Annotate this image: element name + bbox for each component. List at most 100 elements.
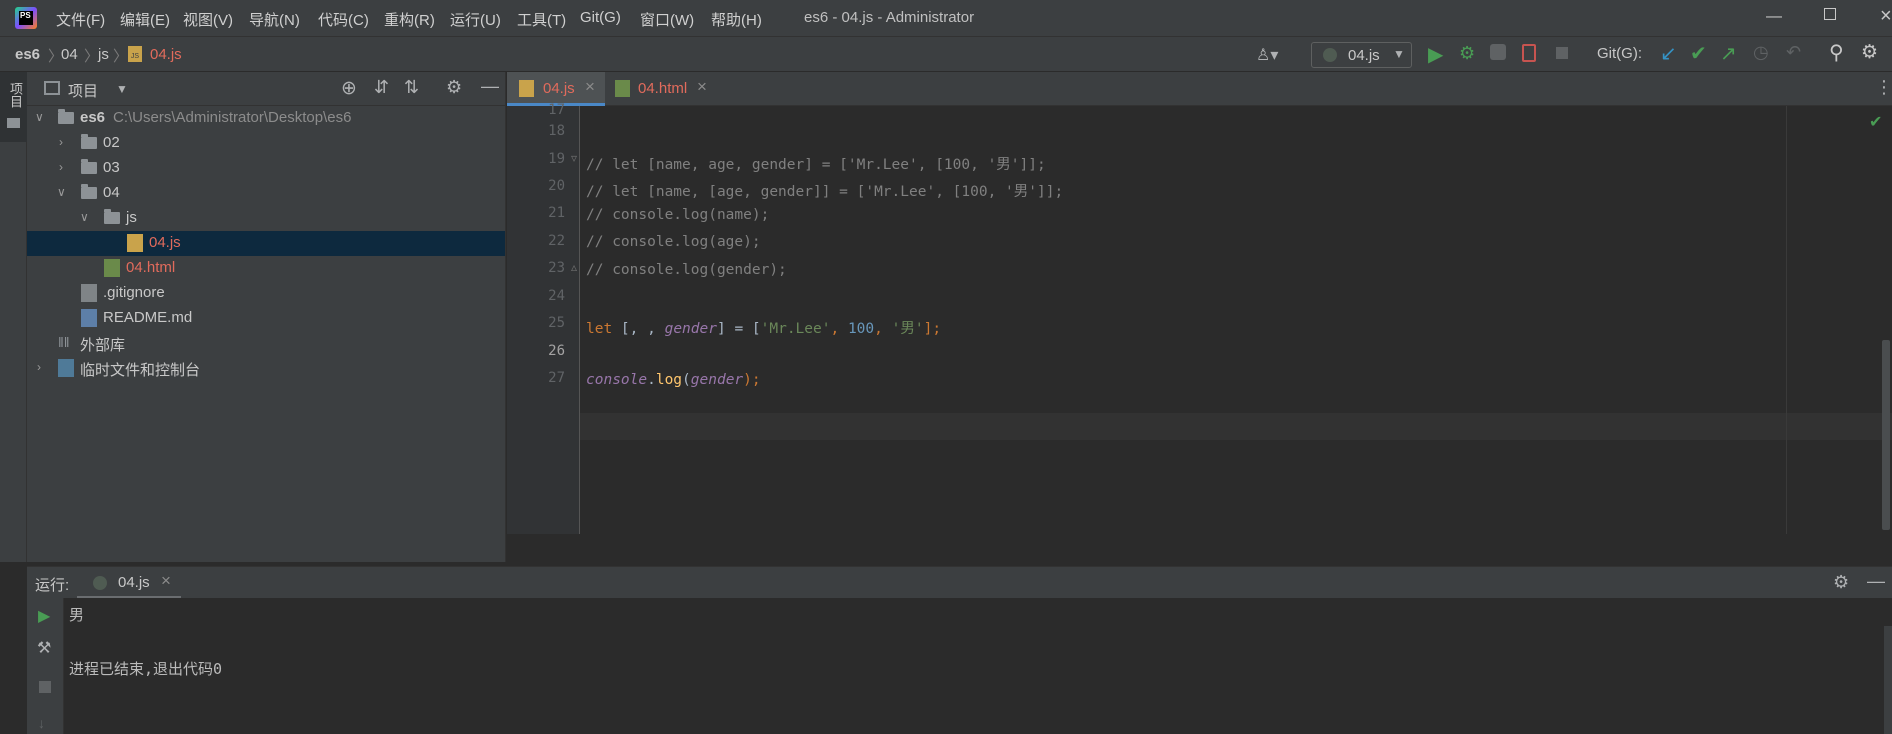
keyword-token: let <box>586 321 613 337</box>
code-line-25[interactable]: let [, , gender] = ['Mr.Lee', 100, '男']; <box>586 317 941 338</box>
menu-git[interactable]: Git(G) <box>580 9 621 26</box>
coverage-icon[interactable] <box>1490 44 1506 60</box>
inspection-ok-icon[interactable]: ✔ <box>1869 112 1882 132</box>
js-file-icon <box>519 80 534 97</box>
restore-icon[interactable] <box>1824 8 1836 20</box>
line-number: 21 <box>548 205 565 221</box>
fold-marker-icon[interactable]: ▵ <box>571 260 577 274</box>
menu-code[interactable]: 代码(C) <box>318 9 369 30</box>
collapse-all-icon[interactable]: ⇅ <box>404 77 419 98</box>
tree-root-path: C:\Users\Administrator\Desktop\es6 <box>113 109 352 126</box>
tree-item-scratches[interactable]: › 临时文件和控制台 <box>27 356 505 381</box>
git-push-icon[interactable]: ↗ <box>1720 41 1737 66</box>
console-output[interactable]: 男 进程已结束,退出代码0 <box>64 598 1892 734</box>
git-commit-icon[interactable]: ✔ <box>1690 41 1707 66</box>
tab-04-html[interactable]: 04.html × <box>605 72 717 106</box>
git-rollback-icon[interactable]: ↶ <box>1786 42 1801 63</box>
run-tab-04-js[interactable]: 04.js × <box>77 567 181 599</box>
chevron-down-icon[interactable]: ∨ <box>57 185 66 199</box>
breadcrumb-subfolder[interactable]: js <box>98 46 109 63</box>
html-file-icon <box>615 80 630 97</box>
run-icon[interactable]: ▶ <box>1428 42 1443 67</box>
breadcrumb-file[interactable]: 04.js <box>150 46 182 63</box>
menu-window[interactable]: 窗口(W) <box>640 9 694 30</box>
close-tab-icon[interactable]: × <box>585 77 595 97</box>
code-editor: 04.js × 04.html × ⋮ 17 18 19 20 21 22 23… <box>507 72 1892 534</box>
run-settings-icon[interactable]: ⚙ <box>1833 572 1849 593</box>
search-icon[interactable]: ⚲ <box>1829 40 1844 65</box>
editor-scrollbar[interactable] <box>1882 340 1890 530</box>
line-number-current: 26 <box>548 343 565 359</box>
hide-panel-icon[interactable]: — <box>481 76 499 97</box>
user-icon[interactable]: ♙▾ <box>1256 45 1278 65</box>
tree-item-gitignore[interactable]: .gitignore <box>27 281 505 306</box>
code-line-20[interactable]: // let [name, [age, gender]] = ['Mr.Lee'… <box>586 180 1063 201</box>
git-history-icon[interactable]: ◷ <box>1753 42 1769 63</box>
stop-icon[interactable] <box>39 681 51 693</box>
profile-icon[interactable] <box>1522 44 1536 62</box>
chevron-down-icon[interactable]: ∨ <box>35 110 44 124</box>
run-panel-label: 运行: <box>35 577 70 594</box>
minimize-icon[interactable]: — <box>1766 8 1782 26</box>
menu-view[interactable]: 视图(V) <box>183 9 233 30</box>
menu-edit[interactable]: 编辑(E) <box>120 9 170 30</box>
chevron-down-icon[interactable]: ▼ <box>116 82 128 96</box>
tree-item-js[interactable]: ∨ js <box>27 206 505 231</box>
code-line-27[interactable]: console.log(gender); <box>586 372 761 388</box>
project-panel-title[interactable]: 项目 <box>68 80 98 101</box>
wrench-icon[interactable]: ⚒ <box>37 638 51 658</box>
menu-navigate[interactable]: 导航(N) <box>249 9 300 30</box>
tree-item-external-libraries[interactable]: ‖‖ 外部库 <box>27 331 505 356</box>
locate-icon[interactable]: ⊕ <box>341 77 357 100</box>
console-scrollbar[interactable] <box>1884 626 1892 734</box>
folder-icon <box>81 159 97 174</box>
chevron-right-icon[interactable]: › <box>59 160 63 174</box>
tab-04-js[interactable]: 04.js × <box>507 72 605 106</box>
git-update-icon[interactable]: ↙ <box>1660 41 1677 66</box>
tree-item-04-html[interactable]: 04.html <box>27 256 505 281</box>
chevron-right-icon[interactable]: › <box>59 135 63 149</box>
tree-item-04-js[interactable]: 04.js <box>27 231 505 256</box>
project-tool-tab[interactable]: 项目 <box>0 72 27 142</box>
panel-settings-icon[interactable]: ⚙ <box>446 77 462 98</box>
expand-all-icon[interactable]: ⇵ <box>374 77 389 98</box>
project-panel-header: 项目 ▼ ⊕ ⇵ ⇅ ⚙ — <box>27 72 506 106</box>
fold-marker-icon[interactable]: ▿ <box>571 151 577 165</box>
breadcrumb-folder[interactable]: 04 <box>61 46 78 63</box>
tree-item-readme[interactable]: README.md <box>27 306 505 331</box>
hide-run-panel-icon[interactable]: — <box>1867 571 1885 592</box>
rerun-icon[interactable]: ▶ <box>38 606 50 626</box>
close-window-icon[interactable]: × <box>1880 5 1892 28</box>
tree-item-label: 04 <box>103 184 120 201</box>
settings-gear-icon[interactable]: ⚙ <box>1861 41 1878 64</box>
code-line-19[interactable]: // let [name, age, gender] = ['Mr.Lee', … <box>586 153 1046 174</box>
scroll-to-end-icon[interactable]: ↓ <box>38 715 45 731</box>
debug-icon[interactable]: ⚙ <box>1459 43 1475 64</box>
title-bar: PS 文件(F) 编辑(E) 视图(V) 导航(N) 代码(C) 重构(R) 运… <box>0 0 1892 36</box>
code-line-21[interactable]: // console.log(name); <box>586 207 769 223</box>
menu-tools[interactable]: 工具(T) <box>517 9 566 30</box>
tree-root-es6[interactable]: ∨ es6 C:\Users\Administrator\Desktop\es6 <box>27 106 505 131</box>
tree-item-04[interactable]: ∨ 04 <box>27 181 505 206</box>
html-file-icon <box>104 259 120 277</box>
variable-token: gender <box>690 372 744 388</box>
line-number: 18 <box>548 123 565 139</box>
tree-item-03[interactable]: › 03 <box>27 156 505 181</box>
chevron-right-icon[interactable]: › <box>37 360 41 374</box>
tree-item-02[interactable]: › 02 <box>27 131 505 156</box>
stop-icon[interactable] <box>1556 47 1568 59</box>
code-line-22[interactable]: // console.log(age); <box>586 234 761 250</box>
more-options-icon[interactable]: ⋮ <box>1875 77 1892 98</box>
current-line-highlight <box>580 413 1892 440</box>
menu-run[interactable]: 运行(U) <box>450 9 501 30</box>
menu-file[interactable]: 文件(F) <box>56 9 105 30</box>
breadcrumb-project[interactable]: es6 <box>15 46 40 63</box>
menu-help[interactable]: 帮助(H) <box>711 9 762 30</box>
close-tab-icon[interactable]: × <box>161 571 171 591</box>
project-view-icon <box>44 81 60 95</box>
code-line-23[interactable]: // console.log(gender); <box>586 262 787 278</box>
close-tab-icon[interactable]: × <box>697 77 707 97</box>
run-config-select[interactable]: 04.js ▼ <box>1311 42 1412 68</box>
menu-refactor[interactable]: 重构(R) <box>384 9 435 30</box>
chevron-down-icon[interactable]: ∨ <box>80 210 89 224</box>
